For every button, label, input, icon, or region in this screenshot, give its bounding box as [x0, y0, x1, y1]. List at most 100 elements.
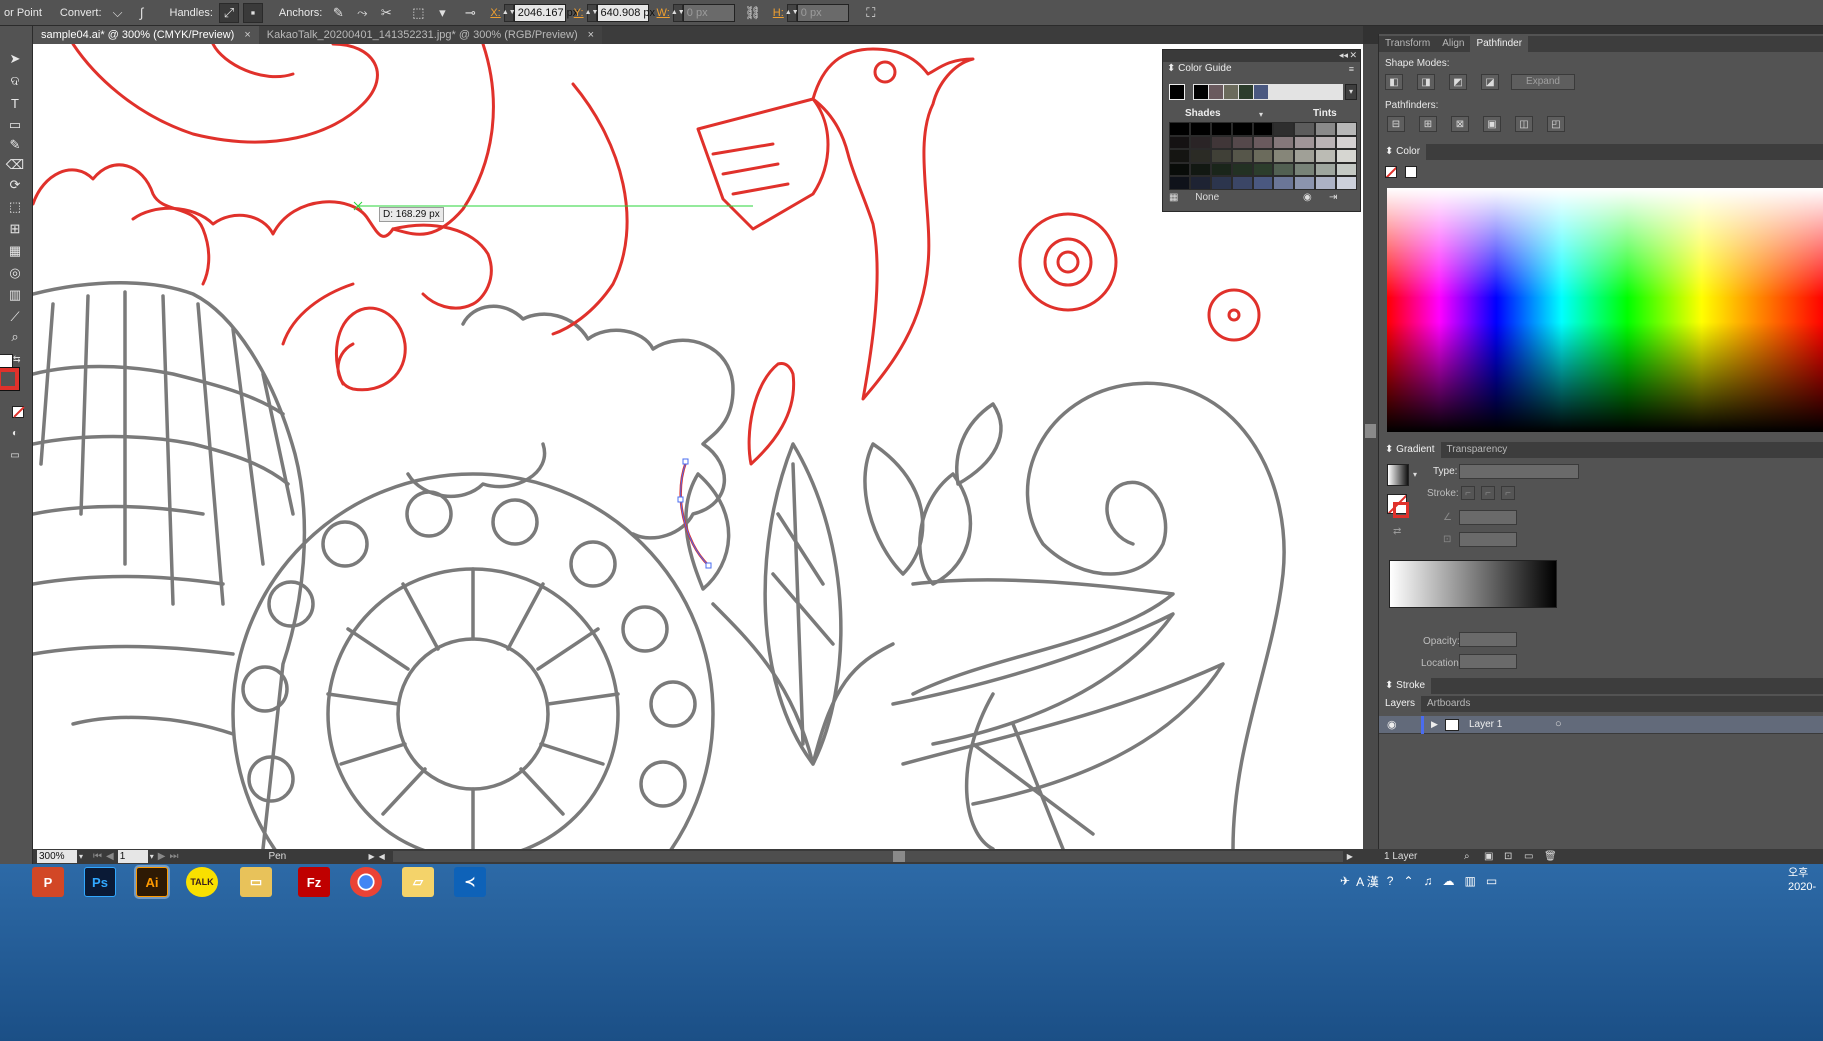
- vscode-taskbar-icon[interactable]: ≺: [454, 867, 486, 897]
- zoom-field[interactable]: 300%: [37, 850, 77, 863]
- x-spinner[interactable]: ▲▼: [502, 3, 516, 22]
- close-tab-icon[interactable]: ×: [244, 29, 250, 41]
- color-variation-cell[interactable]: [1232, 150, 1252, 162]
- minus-back-icon[interactable]: ◰: [1547, 116, 1565, 132]
- color-variation-cell[interactable]: [1253, 150, 1273, 162]
- scroll-right-icon[interactable]: ▶: [1347, 852, 1353, 861]
- vertical-scrollbar[interactable]: [1363, 44, 1378, 849]
- harmony-rules-dropdown[interactable]: ▾: [1345, 84, 1357, 100]
- tab-layers[interactable]: Layers: [1379, 696, 1422, 712]
- align-to-icon[interactable]: ▾: [432, 3, 452, 23]
- intersect-icon[interactable]: ◩: [1449, 74, 1467, 90]
- color-variation-cell[interactable]: [1337, 150, 1356, 162]
- chrome-taskbar-icon[interactable]: [350, 867, 382, 897]
- harmony-swatch[interactable]: [1194, 85, 1208, 99]
- tray-overflow-icon[interactable]: ⌃: [1403, 874, 1413, 888]
- notification-icon[interactable]: ▭: [1486, 874, 1497, 888]
- show-handles-icon[interactable]: ⤢: [218, 2, 239, 23]
- zoom-tool-icon[interactable]: ⌕: [5, 328, 25, 346]
- delete-layer-icon[interactable]: 🗑: [1544, 849, 1557, 864]
- y-spinner[interactable]: ▲▼: [585, 3, 598, 22]
- exclude-icon[interactable]: ◪: [1481, 74, 1499, 90]
- color-variation-cell[interactable]: [1295, 163, 1315, 176]
- gradient-stroke-swatch[interactable]: [1393, 502, 1409, 518]
- divide-icon[interactable]: ⊟: [1387, 116, 1405, 132]
- color-variation-cell[interactable]: [1337, 177, 1356, 189]
- new-layer-icon[interactable]: ▭: [1524, 849, 1533, 864]
- color-variation-cell[interactable]: [1170, 150, 1189, 162]
- trim-icon[interactable]: ⊞: [1419, 116, 1437, 132]
- color-spectrum[interactable]: [1387, 188, 1823, 432]
- color-variation-cell[interactable]: [1316, 136, 1336, 149]
- convert-to-smooth-icon[interactable]: ∫: [132, 3, 152, 23]
- lasso-tool-icon[interactable]: ଦ: [5, 72, 25, 90]
- base-color-swatch[interactable]: [1169, 84, 1185, 100]
- color-variation-cell[interactable]: [1211, 136, 1231, 149]
- color-variation-grid[interactable]: [1169, 122, 1357, 190]
- ime-indicator[interactable]: A 漢: [1356, 873, 1379, 890]
- x-field[interactable]: 2046.167 px: [513, 3, 578, 22]
- connect-anchor-icon[interactable]: ⤳: [352, 3, 372, 23]
- color-variation-cell[interactable]: [1211, 123, 1231, 135]
- color-variation-cell[interactable]: [1211, 150, 1231, 162]
- powerpoint-taskbar-icon[interactable]: P: [32, 867, 64, 897]
- collapse-panel-icon[interactable]: ◂◂: [1339, 50, 1348, 61]
- color-variation-cell[interactable]: [1295, 123, 1315, 135]
- type-tool-icon[interactable]: T: [5, 94, 25, 112]
- tab-transform[interactable]: Transform: [1379, 36, 1436, 52]
- transform-icon[interactable]: ⛶: [861, 3, 881, 23]
- screen-mode-icon[interactable]: ▭: [5, 446, 25, 464]
- color-variation-cell[interactable]: [1274, 150, 1294, 162]
- white-color-swatch[interactable]: [1405, 166, 1417, 178]
- aspect-ratio-field[interactable]: [1459, 532, 1517, 547]
- panel-titlebar[interactable]: ◂◂ ✕: [1163, 50, 1360, 62]
- layer-name[interactable]: Layer 1: [1469, 719, 1502, 730]
- color-variation-cell[interactable]: [1295, 136, 1315, 149]
- crop-icon[interactable]: ▣: [1483, 116, 1501, 132]
- color-variation-cell[interactable]: [1190, 150, 1210, 162]
- scroll-left-icon[interactable]: ◀: [379, 852, 385, 861]
- color-variation-cell[interactable]: [1211, 163, 1231, 176]
- expand-button[interactable]: Expand: [1511, 74, 1575, 90]
- harmony-swatch[interactable]: [1224, 85, 1238, 99]
- previous-artboard-icon[interactable]: ◀: [106, 851, 114, 862]
- color-variation-cell[interactable]: [1316, 150, 1336, 162]
- anchor-point[interactable]: [705, 562, 712, 569]
- layer-target-icon[interactable]: ○: [1555, 718, 1562, 730]
- color-variation-cell[interactable]: [1253, 163, 1273, 176]
- location-field[interactable]: [1459, 654, 1517, 669]
- folder-taskbar-icon[interactable]: ▱: [402, 867, 434, 897]
- angle-field[interactable]: [1459, 510, 1517, 525]
- y-field[interactable]: 640.908 px: [596, 3, 655, 22]
- color-variation-cell[interactable]: [1190, 163, 1210, 176]
- first-artboard-icon[interactable]: ⏮: [93, 851, 102, 862]
- stroke-swatch[interactable]: [0, 367, 20, 391]
- tab-stroke[interactable]: ⬍ Stroke: [1379, 678, 1432, 694]
- unite-icon[interactable]: ◧: [1385, 74, 1403, 90]
- outline-icon[interactable]: ◫: [1515, 116, 1533, 132]
- tab-align[interactable]: Align: [1436, 36, 1470, 52]
- stroke-along-icon[interactable]: ⌐: [1481, 486, 1495, 500]
- harmony-swatch[interactable]: [1239, 85, 1253, 99]
- color-variation-cell[interactable]: [1274, 136, 1294, 149]
- artboard-dropdown-icon[interactable]: ▾: [150, 852, 154, 861]
- color-variation-cell[interactable]: [1337, 163, 1356, 176]
- eraser-tool-icon[interactable]: ⌫: [5, 156, 25, 174]
- gradient-preview-swatch[interactable]: [1387, 464, 1409, 486]
- h-spinner[interactable]: ▲▼: [785, 3, 799, 22]
- none-color-swatch[interactable]: [1385, 166, 1397, 178]
- onedrive-icon[interactable]: ☁: [1443, 874, 1455, 888]
- paintbrush-tool-icon[interactable]: ✎: [5, 136, 25, 154]
- file-explorer-taskbar-icon[interactable]: ▭: [240, 867, 272, 897]
- edit-colors-icon[interactable]: ◉: [1303, 192, 1312, 203]
- input-method-icon[interactable]: ✈: [1340, 874, 1350, 888]
- new-sublayer-icon[interactable]: ⊡: [1504, 849, 1512, 864]
- color-variation-cell[interactable]: [1211, 177, 1231, 189]
- rectangle-tool-icon[interactable]: ▭: [5, 116, 25, 134]
- color-variation-cell[interactable]: [1232, 177, 1252, 189]
- color-variation-cell[interactable]: [1232, 163, 1252, 176]
- harmony-swatch[interactable]: [1209, 85, 1223, 99]
- expand-layer-icon[interactable]: ▶: [1431, 719, 1438, 730]
- gradient-preview-dropdown-icon[interactable]: ▾: [1413, 470, 1417, 479]
- stroke-within-icon[interactable]: ⌐: [1461, 486, 1475, 500]
